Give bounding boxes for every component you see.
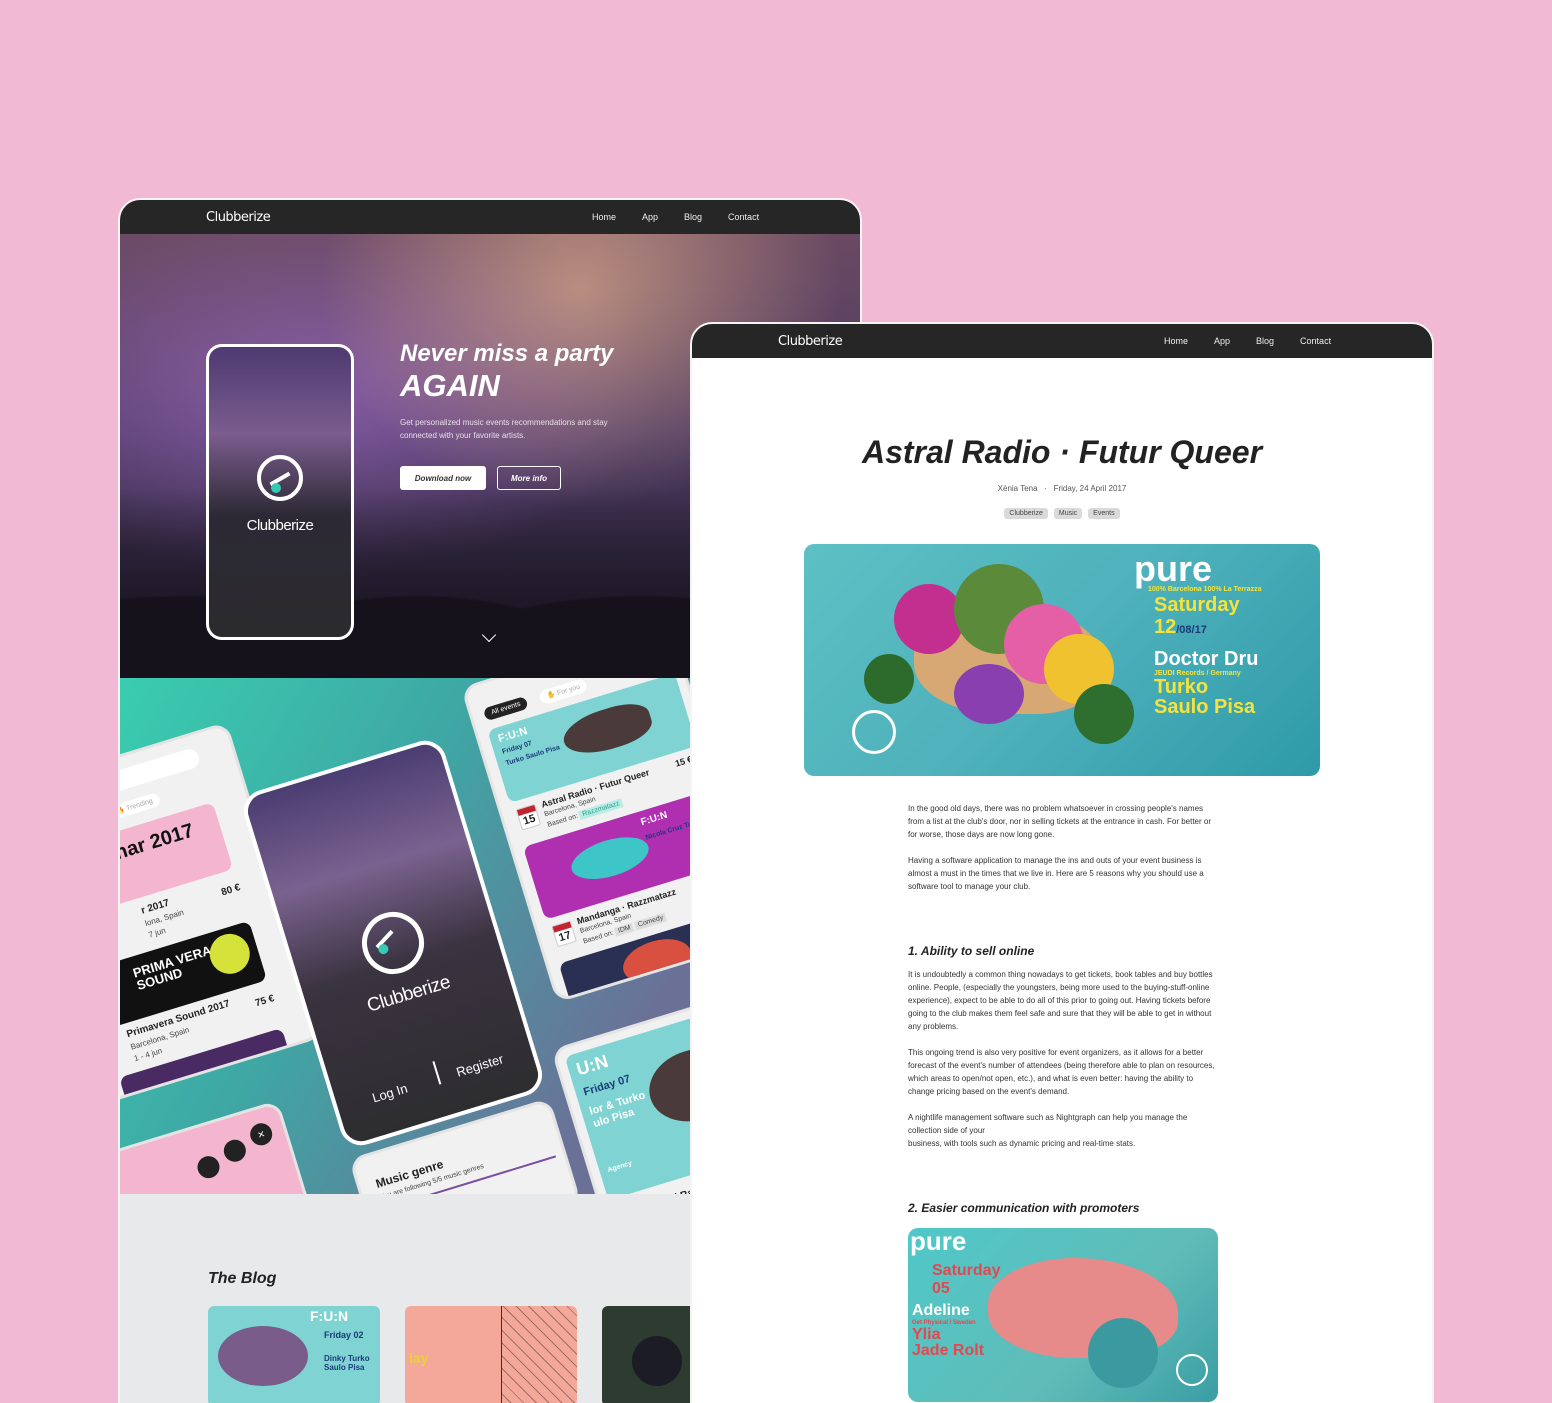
download-now-button[interactable]: Download now xyxy=(400,466,486,490)
poster-brand: pure xyxy=(910,1228,967,1256)
fish-artwork xyxy=(566,829,654,888)
logo[interactable]: Clubberize xyxy=(778,333,843,349)
hero-phone-mockup: Clubberize xyxy=(206,344,354,640)
event-date: 7 jun xyxy=(147,925,167,940)
article-date: Friday, 24 April 2017 xyxy=(1053,484,1127,493)
poster-act: Jade Rolt xyxy=(912,1342,985,1359)
article-tags: Clubberize Music Events xyxy=(692,508,1432,519)
phone-brand-text: Clubberize xyxy=(246,517,314,534)
divider xyxy=(432,1061,442,1085)
calendar-icon[interactable] xyxy=(221,1136,249,1165)
venue-logo-icon xyxy=(1176,1354,1208,1386)
logo-text: Clubberize xyxy=(206,209,271,225)
nav-menu: Home App Blog Contact xyxy=(566,212,759,222)
nav-home[interactable]: Home xyxy=(1164,336,1188,346)
poster-day: Saturday xyxy=(932,1262,1001,1279)
poster-headliner: Doctor Dru xyxy=(1154,648,1259,670)
geometric-artwork xyxy=(501,1306,577,1403)
poster-date: 12/08/17 xyxy=(1154,616,1207,638)
article-title: Astral Radio · Futur Queer xyxy=(861,434,1263,470)
tab-all-events[interactable]: All events xyxy=(482,695,530,722)
event-poster-sonar[interactable]: nar 2017 xyxy=(120,802,234,919)
logo[interactable]: Clubberize xyxy=(206,209,271,225)
event-date-badge: 17 xyxy=(551,920,577,948)
poster-sub: 100% Barcelona 100% La Terrazza xyxy=(1148,586,1262,593)
hero-title-line2: AGAIN xyxy=(400,368,500,403)
tag-clubberize[interactable]: Clubberize xyxy=(1004,508,1048,519)
poster-day: Saturday xyxy=(1154,594,1240,616)
event-price: 80 € xyxy=(220,882,242,899)
nav-app[interactable]: App xyxy=(1214,336,1230,346)
poster-headliner: Adeline xyxy=(912,1302,970,1319)
hero-title-line1: Never miss a party xyxy=(400,340,614,367)
article-meta: Xènia Tena · Friday, 24 April 2017 xyxy=(997,484,1127,493)
nav-contact[interactable]: Contact xyxy=(728,212,759,222)
close-icon[interactable]: × xyxy=(247,1120,275,1149)
article-author[interactable]: Xènia Tena xyxy=(998,484,1038,493)
blog-heading: The Blog xyxy=(208,1270,277,1287)
section-1-heading: 1. Ability to sell online xyxy=(908,944,1035,958)
section-1-paragraph-3: A nightlife management software such as … xyxy=(908,1113,1188,1148)
hero-subtitle: Get personalized music events recommenda… xyxy=(400,418,608,440)
nav-contact[interactable]: Contact xyxy=(1300,336,1331,346)
berries-artwork xyxy=(632,1336,682,1386)
nav-app[interactable]: App xyxy=(642,212,658,222)
nav-home[interactable]: Home xyxy=(592,212,616,222)
article-intro-paragraph-2: Having a software application to manage … xyxy=(908,856,1204,891)
register-button[interactable]: Register xyxy=(454,1051,505,1080)
tab-trending[interactable]: 🔥 Trending xyxy=(120,791,162,821)
article-section-image: pure Saturday 05 Adeline Get Physical / … xyxy=(908,1228,1218,1402)
top-nav: Clubberize Home App Blog Contact xyxy=(692,324,1432,358)
section-1-paragraph-2: This ongoing trend is also very positive… xyxy=(908,1048,1215,1096)
login-button[interactable]: Log In xyxy=(370,1081,409,1106)
nav-blog[interactable]: Blog xyxy=(1256,336,1274,346)
event-price: 75 € xyxy=(253,993,276,1010)
more-info-button[interactable]: More info xyxy=(497,466,561,490)
nav-menu: Home App Blog Contact xyxy=(1138,336,1331,346)
fish-artwork xyxy=(218,1326,308,1386)
article-intro-paragraph-1: In the good old days, there was no probl… xyxy=(908,804,1212,839)
poster-act: Saulo Pisa xyxy=(1154,696,1256,718)
logo-text: Clubberize xyxy=(778,333,843,349)
section-2-heading: 2. Easier communication with promoters xyxy=(908,1201,1140,1215)
tag-music[interactable]: Music xyxy=(1053,508,1083,519)
top-nav: Clubberize Home App Blog Contact xyxy=(120,200,860,234)
poster-brand: pure xyxy=(1134,548,1213,589)
section-1-paragraph-1: It is undoubtedly a common thing nowaday… xyxy=(908,970,1213,1031)
nav-blog[interactable]: Blog xyxy=(684,212,702,222)
article-page-window: Clubberize Home App Blog Contact Astral … xyxy=(690,322,1434,1403)
article-feature-image: pure 100% Barcelona 100% La Terrazza Sat… xyxy=(804,544,1320,776)
fish-artwork xyxy=(558,697,657,762)
venue-logo-icon xyxy=(852,710,896,754)
poster-date: 05 xyxy=(932,1280,950,1297)
sliders-icon[interactable] xyxy=(194,1153,223,1181)
tag-events[interactable]: Events xyxy=(1088,508,1120,519)
blog-thumb-2[interactable]: lay xyxy=(405,1306,577,1403)
blog-thumb-1[interactable]: F:U:N Friday 02 Dinky Turko Saulo Pisa xyxy=(208,1306,380,1403)
clubberize-mark-icon xyxy=(257,455,303,501)
filter-card: × xyxy=(120,1099,313,1194)
clubberize-mark-icon xyxy=(354,904,432,982)
event-date-badge: 15 xyxy=(515,803,542,831)
